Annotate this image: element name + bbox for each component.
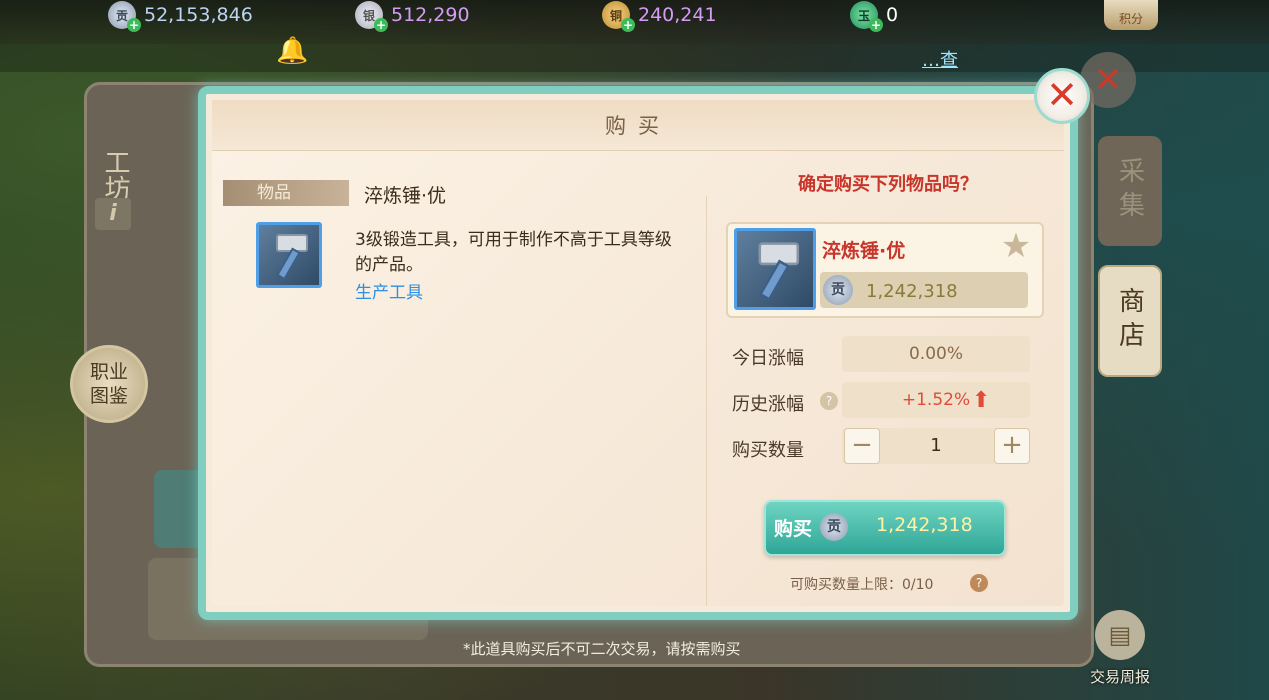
quantity-plus-button[interactable]: + — [994, 428, 1030, 464]
buy-button-price: 1,242,318 — [876, 514, 973, 536]
trade-warning: *此道具购买后不可二次交易，请按需购买 — [463, 640, 741, 658]
contribution-value: 52,153,846 — [144, 4, 253, 26]
history-change-value: +1.52% — [842, 382, 1030, 418]
contribution-coin-icon: 贡 — [823, 275, 853, 305]
card-item-name: 淬炼锤·优 — [822, 240, 906, 262]
item-description: 3级锻造工具，可用于制作不高于工具等级的产品。 — [355, 230, 672, 275]
copper-coin-icon: 铜 + — [602, 1, 635, 32]
dialog-title: 购买 — [605, 114, 671, 138]
help-icon[interactable]: ? — [970, 574, 988, 592]
rise-arrow-icon: ⬆ — [972, 388, 991, 413]
close-button[interactable]: ✕ — [1034, 68, 1090, 124]
contribution-resource[interactable]: 贡 + 52,153,846 — [108, 1, 253, 32]
dialog-divider — [706, 196, 707, 606]
notice-bar — [0, 44, 1269, 72]
purchase-limit: 可购买数量上限：0/10 — [790, 577, 934, 593]
quantity-input[interactable]: 1 — [880, 428, 992, 464]
resource-bar: 贡 + 52,153,846 银 + 512,290 铜 + 240,241 玉 + 0… — [0, 0, 1269, 44]
help-icon[interactable]: ? — [820, 392, 838, 410]
copper-value: 240,241 — [638, 4, 717, 26]
weekly-report-button[interactable]: ▤ 交易周报 — [1080, 610, 1160, 694]
jade-coin-icon: 玉 + — [850, 1, 883, 32]
jade-value: 0 — [886, 4, 899, 26]
silver-resource[interactable]: 银 + 512,290 — [355, 1, 470, 32]
today-change-value: 0.00% — [842, 336, 1030, 372]
info-icon[interactable]: i — [95, 198, 131, 230]
item-name: 淬炼锤·优 — [364, 185, 447, 207]
today-change-label: 今日涨幅 — [732, 348, 804, 369]
score-badge[interactable]: 积分 — [1104, 0, 1158, 30]
tab-shop[interactable]: 商店 — [1098, 265, 1162, 377]
bell-icon[interactable]: 🔔 — [276, 36, 308, 66]
card-hammer-icon[interactable] — [734, 228, 816, 310]
add-icon[interactable]: + — [374, 18, 388, 32]
contribution-coin-icon: 贡 — [820, 513, 848, 541]
quantity-minus-button[interactable]: − — [844, 428, 880, 464]
jade-resource[interactable]: 玉 + 0 — [850, 1, 899, 32]
hammer-icon[interactable] — [256, 222, 322, 288]
quantity-label: 购买数量 — [732, 440, 804, 461]
contribution-coin-icon: 贡 + — [108, 1, 141, 32]
add-icon[interactable]: + — [621, 18, 635, 32]
item-section-tag: 物品 — [223, 180, 349, 206]
tab-gather[interactable]: 采集 — [1098, 136, 1162, 246]
buy-button-label: 购买 — [774, 518, 813, 540]
favorite-star-icon[interactable]: ★ — [998, 228, 1034, 264]
report-icon: ▤ — [1095, 610, 1145, 660]
career-book-button[interactable]: 职业图鉴 — [70, 345, 148, 423]
more-link[interactable]: …查 — [922, 46, 958, 72]
history-change-label: 历史涨幅 — [732, 394, 804, 415]
silver-ingot-icon: 银 + — [355, 1, 388, 32]
dialog-header: 购买 — [212, 100, 1064, 151]
confirm-question: 确定购买下列物品吗？ — [798, 174, 978, 195]
add-icon[interactable]: + — [869, 18, 883, 32]
add-icon[interactable]: + — [127, 18, 141, 32]
card-price: 1,242,318 — [866, 281, 958, 302]
weekly-report-label: 交易周报 — [1089, 668, 1150, 686]
career-book-label: 职业图鉴 — [89, 361, 128, 407]
item-category[interactable]: 生产工具 — [355, 278, 423, 303]
copper-resource[interactable]: 铜 + 240,241 — [602, 1, 717, 32]
silver-value: 512,290 — [391, 4, 470, 26]
